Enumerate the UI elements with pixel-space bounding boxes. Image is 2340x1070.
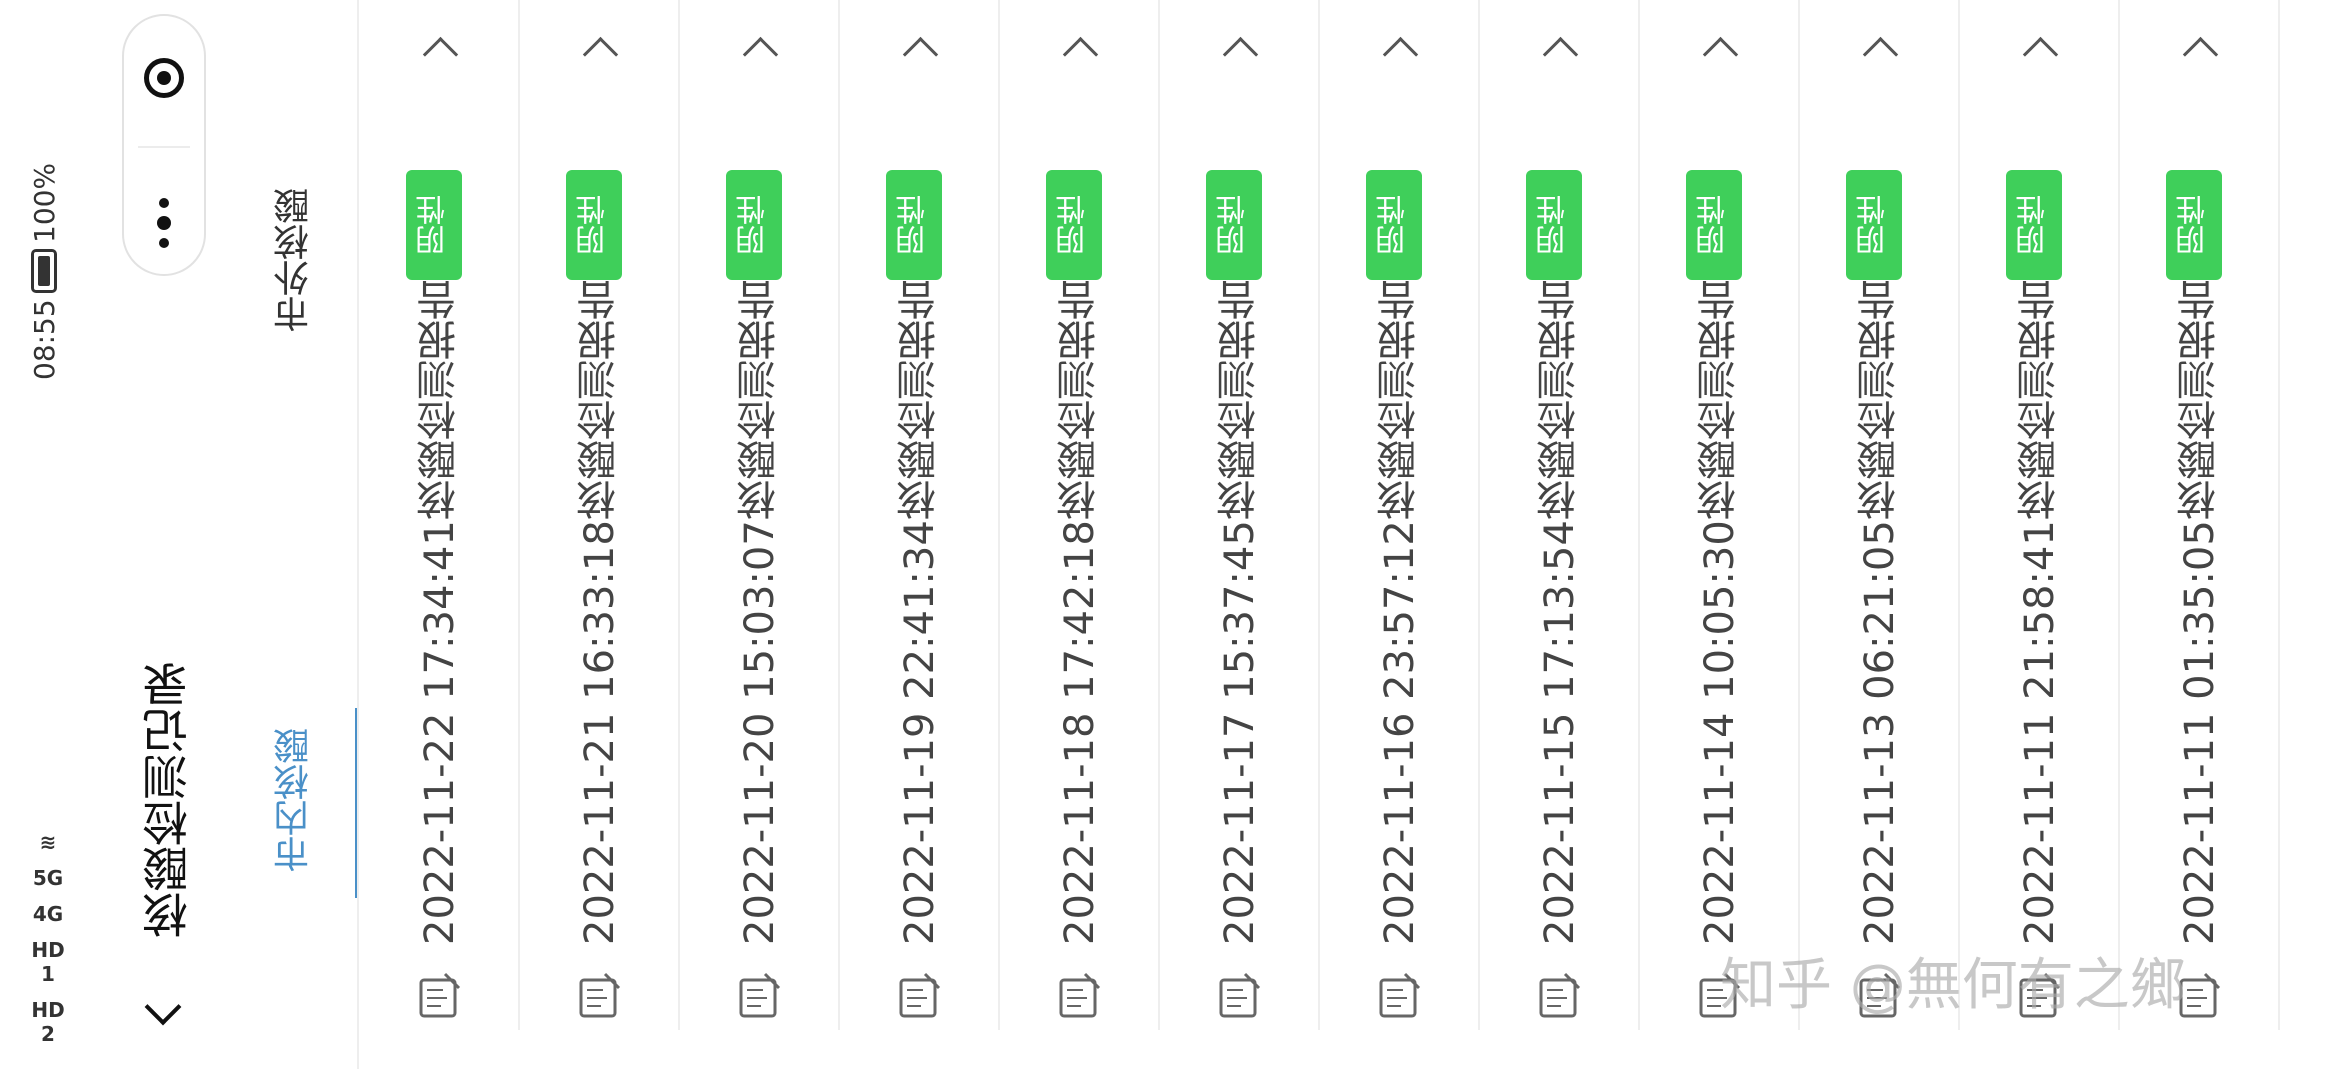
report-title: 2022-11-11 01:35:05核酸检测报告 — [2177, 280, 2223, 945]
status-left-group: ≋ 5G 4G HD 1 HD 2 — [28, 830, 80, 1070]
result-badge: 阴性 — [1686, 170, 1742, 280]
report-title: 2022-11-11 21:58:41核酸检测报告 — [2017, 280, 2063, 945]
chevron-up-icon[interactable] — [2178, 30, 2218, 60]
report-title: 2022-11-13 06:21:05核酸检测报告 — [1857, 280, 1903, 945]
chevron-up-icon[interactable] — [738, 30, 778, 60]
chevron-up-icon[interactable] — [1858, 30, 1898, 60]
tabs-divider — [357, 0, 359, 1069]
result-badge: 阴性 — [1366, 170, 1422, 280]
report-item[interactable]: 阴性 2022-11-13 06:21:05核酸检测报告 — [1800, 0, 1960, 1030]
result-badge: 阴性 — [566, 170, 622, 280]
report-document-icon — [1373, 970, 1425, 1022]
chevron-up-icon[interactable] — [418, 30, 458, 60]
report-title: 2022-11-14 10:05:30核酸检测报告 — [1697, 280, 1743, 945]
report-item[interactable]: 阴性 2022-11-15 17:13:54核酸检测报告 — [1480, 0, 1640, 1030]
chevron-up-icon[interactable] — [1538, 30, 1578, 60]
report-title: 2022-11-21 16:33:18核酸检测报告 — [577, 280, 623, 945]
status-right-group: 08:55 100% — [28, 50, 61, 380]
report-document-icon — [893, 970, 945, 1022]
result-badge: 阴性 — [726, 170, 782, 280]
wifi-icon: ≋ — [39, 830, 57, 854]
capsule-divider — [138, 146, 190, 148]
hd-icon: HD 2 — [31, 998, 65, 1046]
result-badge: 阴性 — [406, 170, 462, 280]
result-badge: 阴性 — [1046, 170, 1102, 280]
back-arrow-icon[interactable] — [140, 990, 180, 1030]
report-document-icon — [1053, 970, 1105, 1022]
tab-out-of-city[interactable]: 市外核酸 — [270, 160, 320, 360]
tab-in-city[interactable]: 市内核酸 — [270, 700, 320, 900]
result-badge: 阴性 — [886, 170, 942, 280]
result-badge: 阴性 — [2006, 170, 2062, 280]
chevron-up-icon[interactable] — [1378, 30, 1418, 60]
result-badge: 阴性 — [1206, 170, 1262, 280]
chevron-up-icon[interactable] — [1698, 30, 1738, 60]
chevron-up-icon[interactable] — [578, 30, 618, 60]
report-list: 阴性 2022-11-22 17:34:41核酸检测报告 阴性 2022-11-21 … — [360, 0, 2280, 1030]
signal-icon: 5G — [32, 866, 64, 890]
report-item[interactable]: 阴性 2022-11-21 16:33:18核酸检测报告 — [520, 0, 680, 1030]
report-item[interactable]: 阴性 2022-11-18 17:42:18核酸检测报告 — [1000, 0, 1160, 1030]
report-document-icon — [1213, 970, 1265, 1022]
hd-icon: HD 1 — [31, 938, 65, 986]
signal-icon: 4G — [32, 902, 64, 926]
report-title: 2022-11-22 17:34:41核酸检测报告 — [417, 280, 463, 945]
result-badge: 阴性 — [1846, 170, 1902, 280]
close-miniprogram-icon[interactable] — [144, 58, 184, 98]
more-options-icon[interactable] — [154, 198, 176, 248]
status-bar: 08:55 100% ≋ 5G 4G HD 1 HD 2 — [28, 50, 80, 1046]
report-item[interactable]: 阴性 2022-11-22 17:34:41核酸检测报告 — [360, 0, 520, 1030]
report-item[interactable]: 阴性 2022-11-16 23:57:12核酸检测报告 — [1320, 0, 1480, 1030]
report-item[interactable]: 阴性 2022-11-11 21:58:41核酸检测报告 — [1960, 0, 2120, 1030]
report-item[interactable]: 阴性 2022-11-17 15:37:45核酸检测报告 — [1160, 0, 1320, 1030]
miniprogram-capsule — [122, 14, 206, 276]
result-badge: 阴性 — [2166, 170, 2222, 280]
report-title: 2022-11-17 15:37:45核酸检测报告 — [1217, 280, 1263, 945]
report-item[interactable]: 阴性 2022-11-20 15:03:07核酸检测报告 — [680, 0, 840, 1030]
report-document-icon — [1533, 970, 1585, 1022]
chevron-up-icon[interactable] — [898, 30, 938, 60]
report-title: 2022-11-15 17:13:54核酸检测报告 — [1537, 280, 1583, 945]
page-title: 核酸检测记录 — [141, 662, 195, 938]
report-title: 2022-11-16 23:57:12核酸检测报告 — [1377, 280, 1423, 945]
result-badge: 阴性 — [1526, 170, 1582, 280]
watermark: 知乎 @無何有之鄉 — [1720, 953, 2186, 1018]
battery-icon — [31, 249, 58, 294]
report-title: 2022-11-19 22:41:34核酸检测报告 — [897, 280, 943, 945]
chevron-up-icon[interactable] — [1218, 30, 1258, 60]
status-time: 08:55 — [28, 299, 61, 380]
report-item[interactable]: 阴性 2022-11-19 22:41:34核酸检测报告 — [840, 0, 1000, 1030]
report-document-icon — [733, 970, 785, 1022]
report-item[interactable]: 阴性 2022-11-11 01:35:05核酸检测报告 — [2120, 0, 2280, 1030]
report-title: 2022-11-20 15:03:07核酸检测报告 — [737, 280, 783, 945]
chevron-up-icon[interactable] — [2018, 30, 2058, 60]
chevron-up-icon[interactable] — [1058, 30, 1098, 60]
battery-level: 100% — [28, 163, 61, 244]
report-document-icon — [573, 970, 625, 1022]
report-item[interactable]: 阴性 2022-11-14 10:05:30核酸检测报告 — [1640, 0, 1800, 1030]
report-title: 2022-11-18 17:42:18核酸检测报告 — [1057, 280, 1103, 945]
report-document-icon — [413, 970, 465, 1022]
